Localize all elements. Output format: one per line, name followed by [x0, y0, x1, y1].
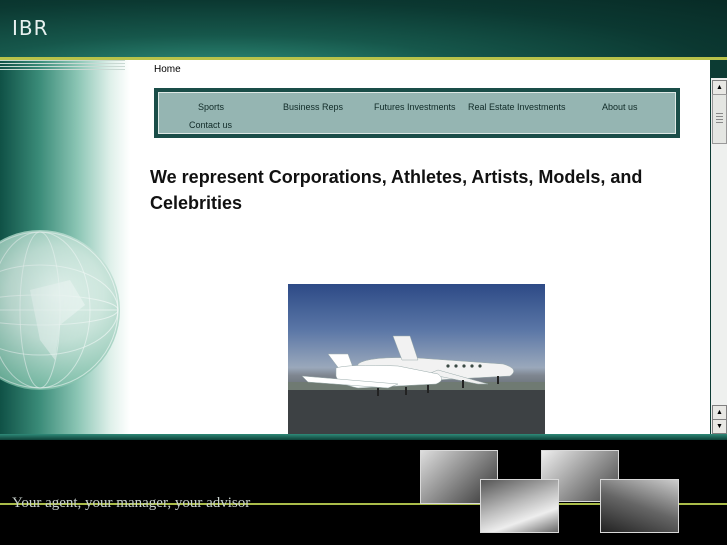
scroll-up-icon[interactable]: ▲ — [712, 80, 727, 95]
globe-icon — [0, 230, 120, 390]
nav-item-futures-investments[interactable]: Futures Investments — [374, 102, 456, 112]
main-nav-inner: Sports Business Reps Futures Investments… — [158, 92, 676, 134]
nav-item-contact-us[interactable]: Contact us — [189, 120, 232, 130]
nav-item-about-us[interactable]: About us — [602, 102, 638, 112]
scroll-thumb[interactable] — [712, 94, 727, 144]
decorative-stripes — [0, 60, 125, 72]
site-header: IBR — [0, 0, 727, 58]
nav-item-sports[interactable]: Sports — [198, 102, 224, 112]
nav-item-business-reps[interactable]: Business Reps — [283, 102, 343, 112]
businessman-photo — [600, 479, 679, 533]
breadcrumb[interactable]: Home — [154, 64, 181, 75]
footer-tagline: Your agent, your manager, your advisor — [12, 495, 251, 511]
private-jet-photo — [288, 284, 545, 436]
scroll-up-icon-lower[interactable]: ▲ — [712, 405, 727, 420]
scroll-down-icon[interactable]: ▼ — [712, 419, 727, 434]
page-headline: We represent Corporations, Athletes, Art… — [150, 167, 643, 213]
signing-photo — [480, 479, 559, 533]
main-content: Home Sports Business Reps Futures Invest… — [130, 60, 710, 436]
vertical-scrollbar[interactable]: ▲ ▲ ▼ — [711, 78, 727, 434]
site-logo[interactable]: IBR — [12, 16, 49, 40]
main-nav: Sports Business Reps Futures Investments… — [154, 88, 680, 138]
left-decorative-panel — [0, 60, 130, 436]
nav-item-real-estate-investments[interactable]: Real Estate Investments — [468, 102, 566, 112]
